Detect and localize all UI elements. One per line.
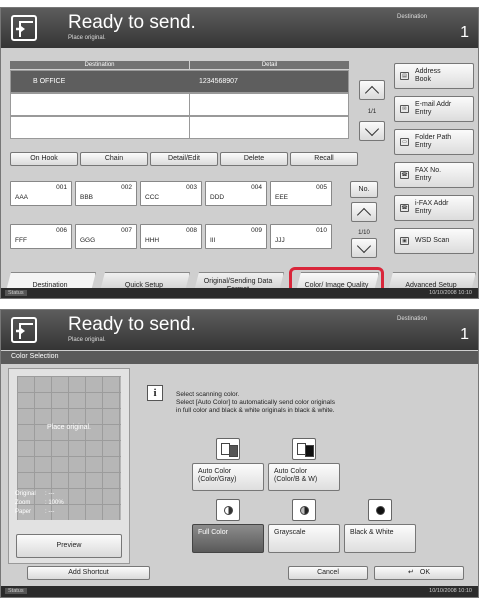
preview-button[interactable]: Preview bbox=[16, 534, 122, 558]
col-detail-header: Detail bbox=[190, 61, 349, 69]
info-icon: i bbox=[147, 385, 163, 401]
send-screen-color-selection: Ready to send. Place original. Destinati… bbox=[0, 309, 479, 598]
enter-icon: ↵ bbox=[408, 569, 414, 577]
one-touch-key[interactable]: 004 DDD bbox=[205, 181, 267, 206]
one-touch-key[interactable]: 002 BBB bbox=[75, 181, 137, 206]
on-hook-button[interactable]: On Hook bbox=[10, 152, 78, 166]
one-touch-key[interactable]: 007 GGG bbox=[75, 224, 137, 249]
page-subtitle: Place original. bbox=[68, 35, 106, 41]
one-touch-key[interactable]: 001 AAA bbox=[10, 181, 72, 206]
one-touch-key[interactable]: 008 HHH bbox=[140, 224, 202, 249]
one-touch-key[interactable]: 009 III bbox=[205, 224, 267, 249]
auto-color-bw-icon bbox=[292, 438, 316, 460]
status-datetime: 10/10/2008 10:10 bbox=[429, 588, 472, 594]
destination-cell: B OFFICE bbox=[33, 78, 66, 85]
section-title: Color Selection bbox=[11, 353, 59, 360]
table-row[interactable] bbox=[10, 93, 349, 116]
full-color-button[interactable]: Full Color bbox=[192, 524, 264, 553]
auto-color-bw-button[interactable]: Auto Color (Color/B & W) bbox=[268, 463, 340, 491]
add-shortcut-button[interactable]: Add Shortcut bbox=[27, 566, 150, 580]
one-touch-key[interactable]: 010 JJJ bbox=[270, 224, 332, 249]
header-bar: Ready to send. Place original. Destinati… bbox=[1, 310, 478, 350]
status-bar: Status 10/10/2008 10:10 bbox=[1, 586, 478, 597]
detail-cell: 1234568907 bbox=[199, 78, 238, 85]
chain-button[interactable]: Chain bbox=[80, 152, 148, 166]
email-icon: ✉ bbox=[400, 105, 409, 113]
grayscale-icon bbox=[292, 499, 316, 521]
ifax-icon: ☎ bbox=[400, 204, 409, 212]
destination-count: 1 bbox=[460, 326, 469, 343]
full-color-icon bbox=[216, 499, 240, 521]
fax-entry-button[interactable]: ☎ FAX No. Entry bbox=[394, 162, 474, 188]
delete-button[interactable]: Delete bbox=[220, 152, 288, 166]
cancel-button[interactable]: Cancel bbox=[288, 566, 368, 580]
detail-edit-button[interactable]: Detail/Edit bbox=[150, 152, 218, 166]
page-title: Ready to send. bbox=[68, 12, 196, 33]
status-bar: Status 10/10/2008 10:10 bbox=[1, 288, 478, 298]
col-destination-header: Destination bbox=[10, 61, 189, 69]
status-label[interactable]: Status bbox=[5, 588, 27, 594]
scroll-down-button[interactable] bbox=[359, 121, 385, 141]
destination-count: 1 bbox=[460, 24, 469, 41]
status-datetime: 10/10/2008 10:10 bbox=[429, 290, 472, 296]
destination-label: Destination bbox=[397, 14, 428, 20]
section-title-bar: Color Selection bbox=[1, 351, 478, 364]
table-row-selected[interactable]: B OFFICE 1234568907 bbox=[10, 70, 349, 93]
preview-placeholder-text: Place original. bbox=[47, 424, 91, 431]
number-search-button[interactable]: No. bbox=[350, 181, 378, 198]
folder-path-button[interactable]: ▭ Folder Path Entry bbox=[394, 129, 474, 155]
one-touch-key[interactable]: 006 FFF bbox=[10, 224, 72, 249]
page-title: Ready to send. bbox=[68, 314, 196, 335]
one-touch-key[interactable]: 003 CCC bbox=[140, 181, 202, 206]
grayscale-button[interactable]: Grayscale bbox=[268, 524, 340, 553]
status-label[interactable]: Status bbox=[5, 290, 27, 296]
folder-icon: ▭ bbox=[400, 138, 409, 146]
destination-label: Destination bbox=[397, 316, 428, 322]
wsd-scan-button[interactable]: ▣ WSD Scan bbox=[394, 228, 474, 254]
wsd-scan-icon: ▣ bbox=[400, 237, 409, 245]
auto-color-gray-button[interactable]: Auto Color (Color/Gray) bbox=[192, 463, 264, 491]
black-white-button[interactable]: Black & White bbox=[344, 524, 416, 553]
send-screen-destination: Ready to send. Place original. Destinati… bbox=[0, 7, 479, 299]
email-entry-button[interactable]: ✉ E-mail Addr Entry bbox=[394, 96, 474, 122]
auto-color-gray-icon bbox=[216, 438, 240, 460]
recall-button[interactable]: Recall bbox=[290, 152, 358, 166]
scroll-up-button[interactable] bbox=[359, 80, 385, 100]
one-touch-down-button[interactable] bbox=[351, 238, 377, 258]
page-subtitle: Place original. bbox=[68, 337, 106, 343]
one-touch-key[interactable]: 005 EEE bbox=[270, 181, 332, 206]
original-info: Original: --- Zoom: 100% Paper: --- bbox=[15, 491, 64, 515]
send-icon bbox=[11, 15, 37, 41]
ifax-entry-button[interactable]: ☎ i-FAX Addr Entry bbox=[394, 195, 474, 221]
one-touch-page-indicator: 1/10 bbox=[358, 230, 370, 236]
one-touch-up-button[interactable] bbox=[351, 202, 377, 222]
address-book-button[interactable]: ▤ Address Book bbox=[394, 63, 474, 89]
table-row[interactable] bbox=[10, 116, 349, 139]
black-white-icon bbox=[368, 499, 392, 521]
ok-button[interactable]: ↵ OK bbox=[374, 566, 464, 580]
info-text: Select scanning color. Select [Auto Colo… bbox=[176, 391, 335, 414]
page-indicator: 1/1 bbox=[367, 109, 377, 115]
address-book-icon: ▤ bbox=[400, 72, 409, 80]
header-bar: Ready to send. Place original. Destinati… bbox=[1, 8, 478, 48]
fax-icon: ☎ bbox=[400, 171, 409, 179]
send-icon bbox=[11, 317, 37, 343]
